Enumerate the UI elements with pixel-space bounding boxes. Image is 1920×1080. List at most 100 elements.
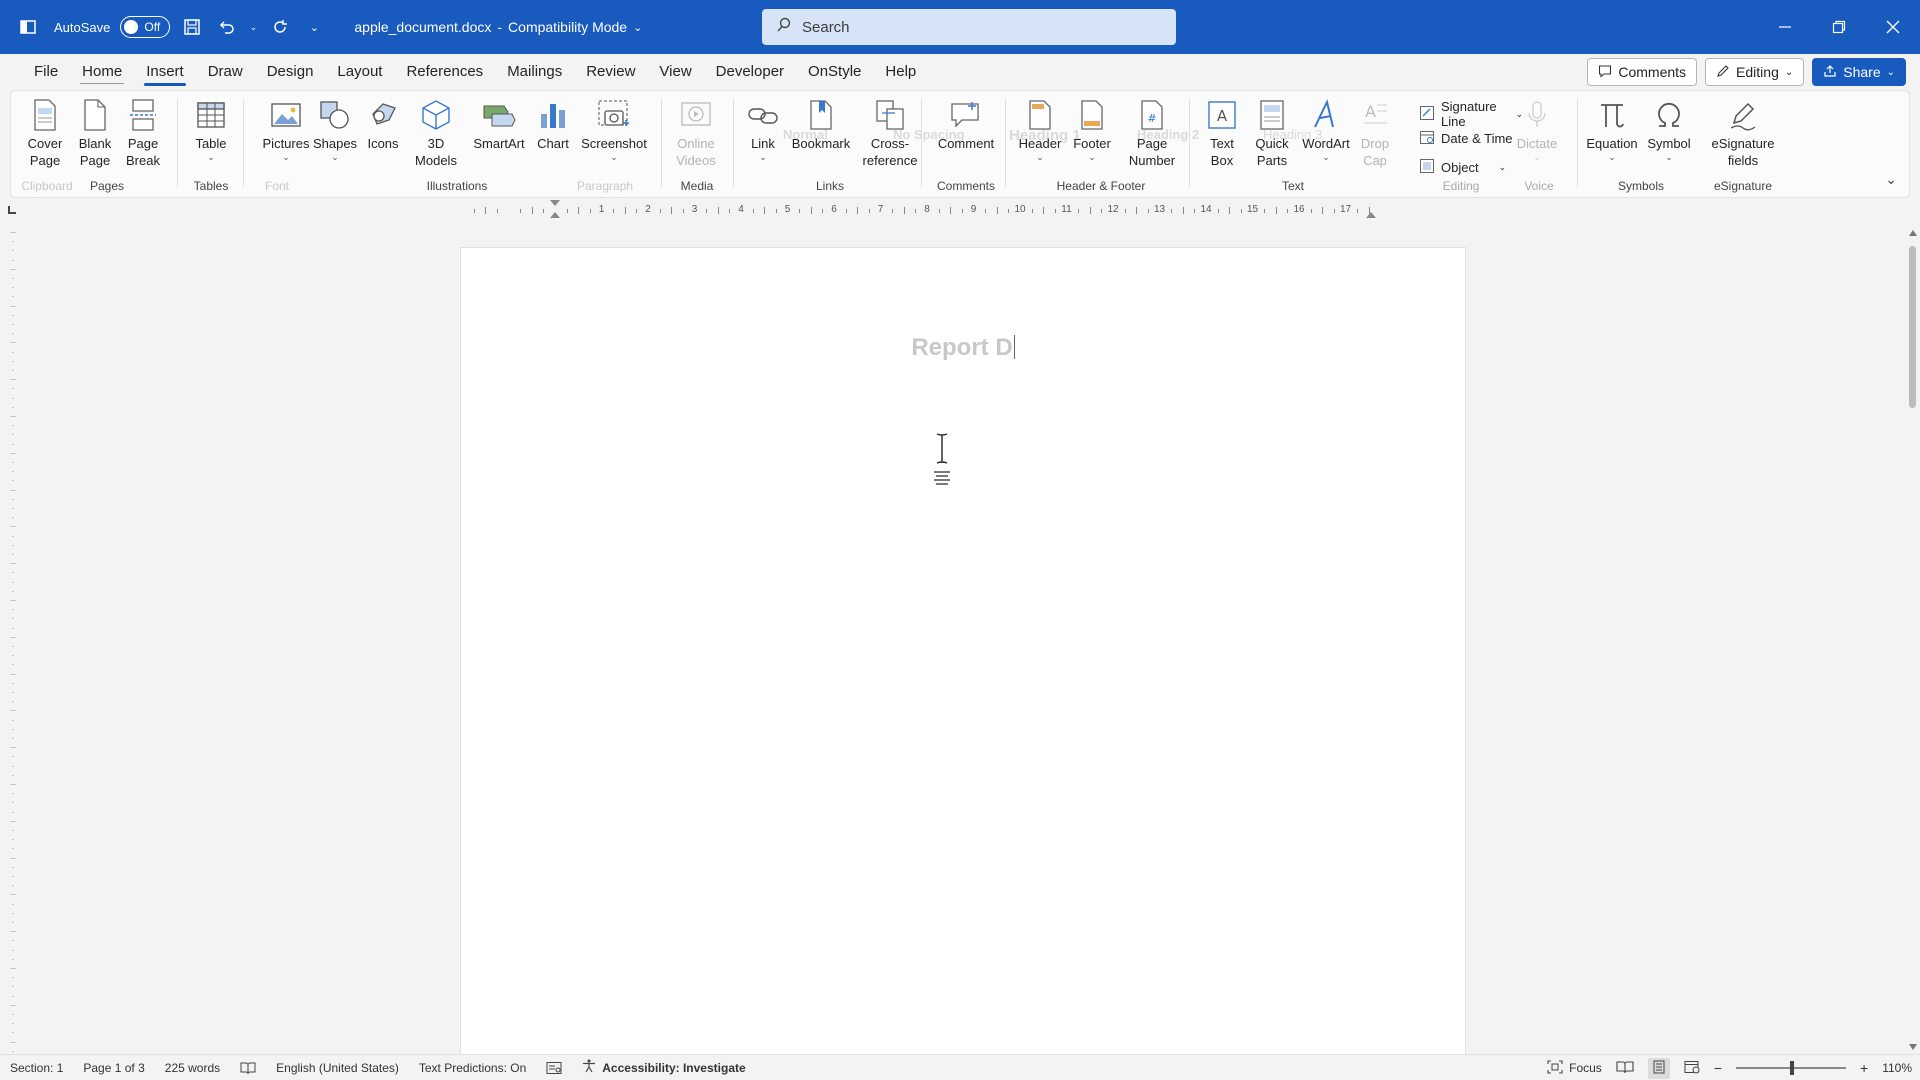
header-button[interactable]: Header ⌄ (1013, 97, 1067, 162)
ribbon-collapse-chevron-icon[interactable]: ⌄ (1885, 171, 1897, 188)
tab-insert[interactable]: Insert (134, 54, 196, 90)
symbol-button[interactable]: Symbol ⌄ (1641, 97, 1697, 162)
zoom-level[interactable]: 110% (1882, 1061, 1912, 1075)
link-button[interactable]: Link ⌄ (741, 97, 785, 162)
svg-text:A: A (1365, 102, 1376, 121)
print-layout-icon[interactable] (1647, 1057, 1670, 1079)
ruler-tick (810, 207, 812, 214)
vertical-ruler-tick (10, 636, 16, 638)
equation-button[interactable]: Equation ⌄ (1581, 97, 1643, 162)
pictures-button[interactable]: Pictures ⌄ (257, 97, 315, 162)
tab-file[interactable]: File (22, 54, 70, 90)
customize-toolbar-icon[interactable]: ⌄ (302, 15, 326, 39)
text-box-button[interactable]: A Text Box (1197, 97, 1247, 169)
tab-draw[interactable]: Draw (196, 54, 255, 90)
wordart-button[interactable]: WordArt ⌄ (1297, 97, 1355, 162)
status-accessibility[interactable]: Accessibility: Investigate (572, 1059, 755, 1076)
tab-review[interactable]: Review (574, 54, 647, 90)
cover-page-button[interactable]: Cover Page (17, 97, 73, 169)
page-number-button[interactable]: # Page Number (1119, 97, 1185, 169)
vertical-ruler[interactable] (6, 232, 20, 1052)
status-page[interactable]: Page 1 of 3 (73, 1061, 154, 1075)
tab-stop-selector-icon[interactable] (8, 206, 16, 214)
read-mode-icon[interactable] (1616, 1060, 1634, 1077)
search-input[interactable]: Search (762, 9, 1176, 45)
tab-mailings[interactable]: Mailings (495, 54, 574, 90)
smartart-button[interactable]: SmartArt (469, 97, 529, 152)
bookmark-button[interactable]: Bookmark (787, 97, 855, 152)
table-button[interactable]: Table ⌄ (185, 97, 237, 162)
status-text-predictions[interactable]: Text Predictions: On (409, 1061, 536, 1075)
cross-reference-button[interactable]: Cross- reference (857, 97, 923, 169)
status-word-count[interactable]: 225 words (155, 1061, 230, 1075)
3d-models-button[interactable]: 3D Models (405, 97, 467, 169)
focus-button[interactable]: Focus (1547, 1059, 1602, 1077)
ruler-tick (1008, 209, 1010, 213)
chart-button[interactable]: Chart (531, 97, 575, 152)
scrollbar-thumb[interactable] (1909, 246, 1916, 408)
status-bar-right: Focus − + 110% (1547, 1055, 1912, 1080)
status-section[interactable]: Section: 1 (0, 1061, 73, 1075)
minimize-button[interactable] (1758, 0, 1812, 54)
document-title-text[interactable]: Report D (461, 334, 1465, 362)
zoom-in-icon[interactable]: + (1860, 1060, 1868, 1076)
document-page[interactable]: Report D (460, 247, 1466, 1057)
ruler-number: 12 (1107, 204, 1119, 215)
web-layout-icon[interactable] (1684, 1060, 1700, 1077)
proofing-book-icon[interactable] (230, 1061, 266, 1075)
icons-button[interactable]: Icons (359, 97, 407, 152)
chevron-down-icon: ⌄ (633, 21, 643, 34)
comment-button[interactable]: Comment (933, 97, 999, 152)
first-line-indent-marker[interactable] (550, 200, 560, 206)
autosave-toggle[interactable]: Off (120, 16, 171, 38)
save-icon[interactable] (180, 15, 204, 39)
focus-label: Focus (1569, 1061, 1602, 1075)
close-button[interactable] (1866, 0, 1920, 54)
quick-parts-button[interactable]: Quick Parts (1247, 97, 1297, 169)
editing-mode-button[interactable]: Editing ⌄ (1705, 58, 1805, 86)
undo-icon[interactable] (214, 15, 238, 39)
zoom-slider-thumb[interactable] (1790, 1061, 1794, 1075)
tab-view[interactable]: View (647, 54, 703, 90)
drop-cap-button[interactable]: A Drop Cap (1353, 97, 1397, 169)
vertical-scrollbar[interactable] (1906, 224, 1920, 1054)
zoom-slider[interactable] (1736, 1061, 1846, 1075)
blank-page-button[interactable]: Blank Page (69, 97, 121, 169)
horizontal-ruler[interactable]: 1 2 3 4 5 6 7 8 9 10 11 12 13 14 15 16 17 (460, 204, 1378, 218)
macro-recording-icon[interactable] (536, 1061, 572, 1075)
tab-design[interactable]: Design (255, 54, 326, 90)
status-language[interactable]: English (United States) (266, 1061, 409, 1075)
share-button[interactable]: Share ⌄ (1812, 58, 1906, 86)
document-title[interactable]: apple_document.docx - Compatibility Mode… (354, 19, 642, 35)
tab-onstyle[interactable]: OnStyle (796, 54, 873, 90)
icons-label: Icons (367, 136, 399, 151)
shapes-button[interactable]: Shapes ⌄ (309, 97, 361, 162)
word-app-icon[interactable] (16, 15, 40, 39)
chevron-down-icon: ⌄ (1533, 152, 1541, 162)
right-indent-marker[interactable] (1366, 212, 1376, 218)
group-editing-label: Editing (1442, 179, 1480, 193)
page-break-button[interactable]: Page Break (117, 97, 169, 169)
scroll-up-arrow-icon[interactable] (1909, 230, 1917, 236)
online-video-icon (679, 97, 713, 133)
tab-help[interactable]: Help (873, 54, 928, 90)
tab-developer[interactable]: Developer (704, 54, 796, 90)
undo-dropdown-chevron-icon[interactable]: ⌄ (248, 15, 258, 39)
esignature-fields-button[interactable]: eSignature fields (1705, 97, 1781, 169)
redo-icon[interactable] (268, 15, 292, 39)
ghost-paragraph-label: Paragraph (545, 179, 665, 193)
dictate-button[interactable]: Dictate ⌄ (1507, 97, 1567, 162)
restore-button[interactable] (1812, 0, 1866, 54)
screenshot-button[interactable]: Screenshot ⌄ (577, 97, 651, 162)
tab-references[interactable]: References (394, 54, 495, 90)
online-videos-button[interactable]: Online Videos (667, 97, 725, 169)
comments-button[interactable]: Comments (1587, 58, 1698, 86)
zoom-out-icon[interactable]: − (1714, 1060, 1722, 1076)
footer-button[interactable]: Footer ⌄ (1065, 97, 1119, 162)
left-indent-marker[interactable] (550, 212, 560, 218)
tab-home[interactable]: Home (70, 54, 134, 90)
scroll-down-arrow-icon[interactable] (1909, 1044, 1917, 1050)
wordart-label: WordArt (1302, 136, 1350, 151)
new-comment-icon (949, 97, 983, 133)
tab-layout[interactable]: Layout (325, 54, 394, 90)
